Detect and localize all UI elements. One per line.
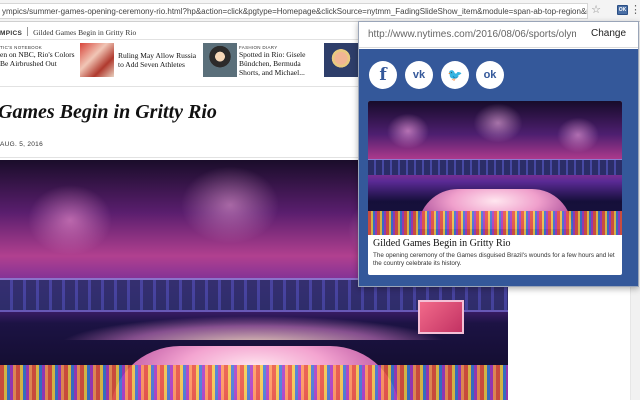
odnoklassniki-icon[interactable]: ok (476, 61, 504, 89)
change-button[interactable]: Change (591, 28, 626, 39)
browser-toolbar: ympics/summer-games-opening-ceremony-rio… (0, 0, 640, 22)
related-story[interactable]: FASHION DIARY Spotted in Rio: Gisele Bün… (239, 45, 315, 85)
nav-divider (27, 27, 29, 36)
related-headline: Ruling May Allow Russia to Add Seven Ath… (118, 51, 197, 69)
stadium-roof (368, 159, 622, 175)
related-thumbnail[interactable] (324, 43, 358, 77)
related-stories: TIC'S NOTEBOOK en on NBC, Rio's Colors B… (0, 41, 360, 87)
related-story[interactable]: Ruling May Allow Russia to Add Seven Ath… (118, 51, 198, 91)
popup-body: f vk 🐦 ok Gilded Games Begin in Gritty R… (359, 49, 638, 286)
article-date: AUG. 5, 2016 (0, 141, 43, 148)
twitter-icon[interactable]: 🐦 (441, 61, 469, 89)
related-headline: Spotted in Rio: Gisele Bündchen, Bermuda… (239, 50, 306, 77)
share-extension-icon[interactable]: OK (617, 5, 628, 15)
preview-title: Gilded Games Begin in Gritty Rio (373, 238, 511, 249)
scrollbar[interactable] (630, 287, 640, 400)
performers (0, 365, 508, 400)
facebook-icon[interactable]: f (369, 61, 397, 89)
preview-image (368, 101, 622, 235)
address-bar[interactable]: ympics/summer-games-opening-ceremony-rio… (0, 3, 588, 19)
section-nav: MPICS Gilded Games Begin in Gritty Rio (0, 22, 360, 40)
share-popup: http://www.nytimes.com/2016/08/06/sports… (358, 21, 639, 287)
related-thumbnail[interactable] (80, 43, 114, 77)
share-url: http://www.nytimes.com/2016/08/06/sports… (368, 29, 576, 40)
breadcrumb: Gilded Games Begin in Gritty Rio (33, 28, 137, 37)
share-preview-card[interactable]: Gilded Games Begin in Gritty Rio The ope… (368, 101, 622, 275)
article-headline: Games Begin in Gritty Rio (0, 101, 217, 123)
divider (0, 157, 360, 158)
bookmark-star-icon[interactable]: ☆ (590, 4, 602, 16)
related-thumbnail[interactable] (203, 43, 237, 77)
stadium-screen (418, 300, 464, 334)
fireworks (368, 101, 622, 161)
vk-icon[interactable]: vk (405, 61, 433, 89)
popup-url-bar: http://www.nytimes.com/2016/08/06/sports… (359, 22, 638, 48)
related-story[interactable]: TIC'S NOTEBOOK en on NBC, Rio's Colors B… (0, 45, 84, 85)
performers (368, 211, 622, 235)
page-background (508, 287, 640, 400)
related-headline: en on NBC, Rio's Colors Be Airbrushed Ou… (0, 50, 75, 68)
preview-description: The opening ceremony of the Games disgui… (373, 252, 615, 267)
browser-menu-icon[interactable]: ⋮ (630, 4, 640, 18)
section-label[interactable]: MPICS (0, 30, 22, 37)
